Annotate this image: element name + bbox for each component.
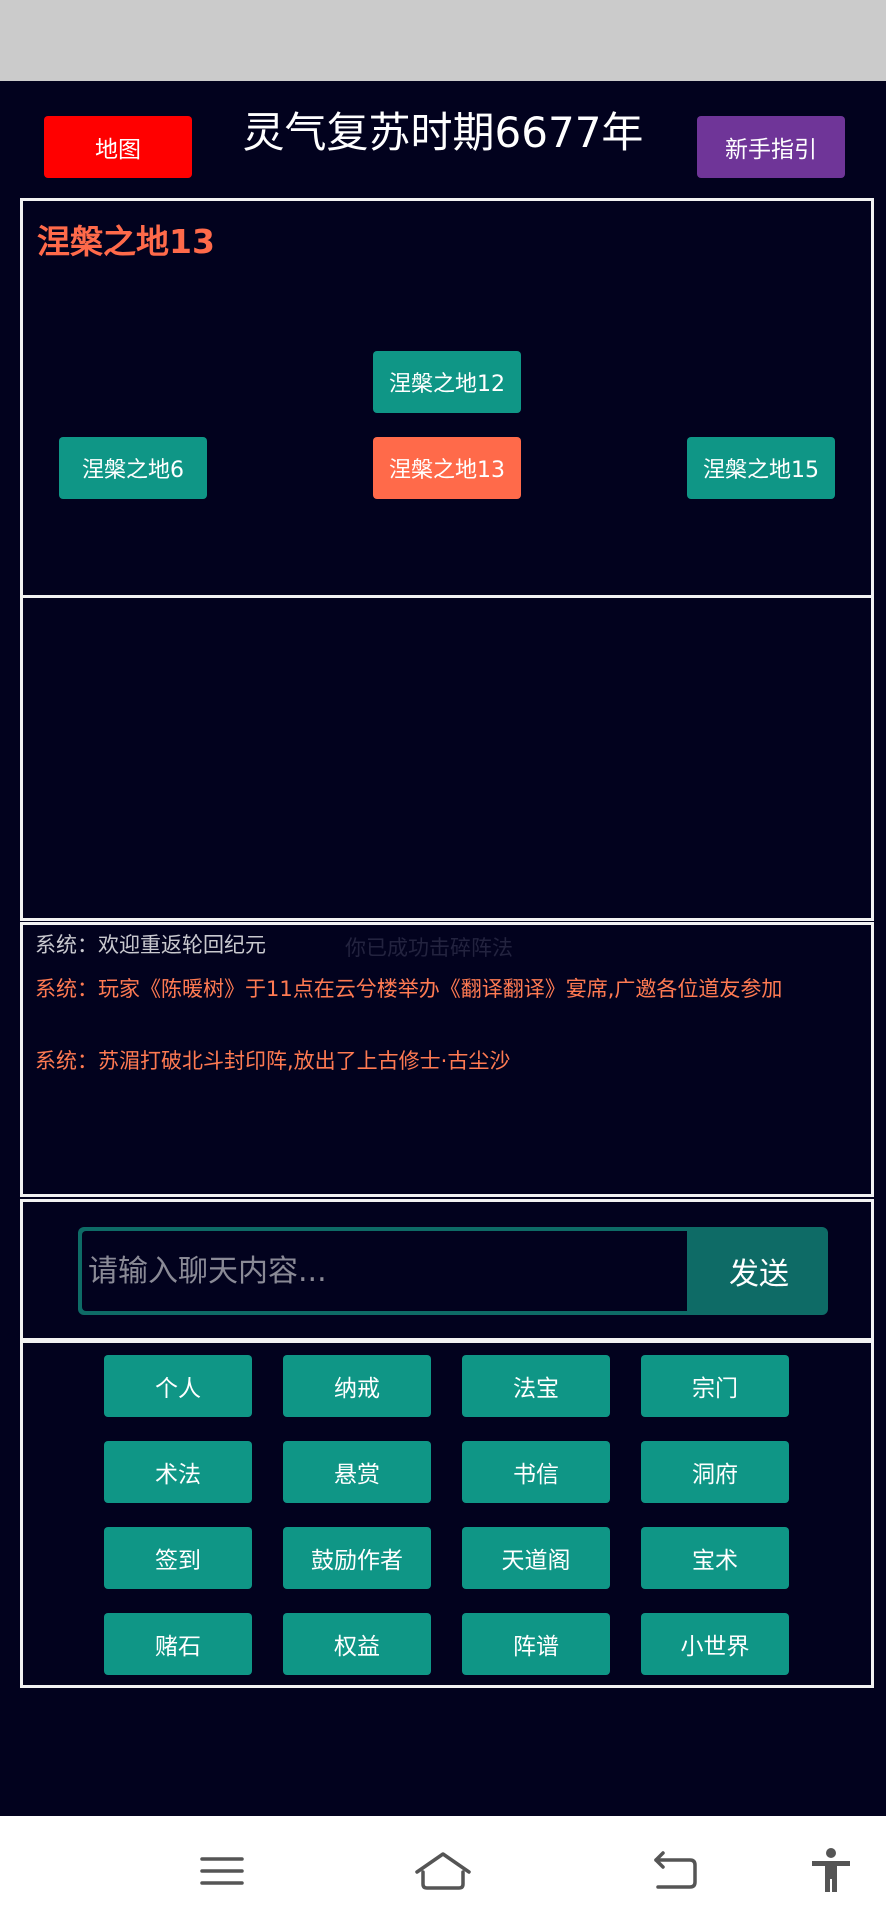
menu-icon[interactable]	[197, 1846, 247, 1896]
map-node-west[interactable]: 涅槃之地6	[59, 437, 207, 499]
chat-panel: 发送	[20, 1199, 874, 1341]
menu-pavilion-button[interactable]: 天道阁	[462, 1527, 610, 1589]
menu-checkin-button[interactable]: 签到	[104, 1527, 252, 1589]
system-navbar	[0, 1816, 886, 1920]
menu-treasure-button[interactable]: 法宝	[462, 1355, 610, 1417]
menu-mail-button[interactable]: 书信	[462, 1441, 610, 1503]
menu-skills-button[interactable]: 术法	[104, 1441, 252, 1503]
map-node-east[interactable]: 涅槃之地15	[687, 437, 835, 499]
back-icon[interactable]	[650, 1846, 700, 1896]
game-screen: 地图 灵气复苏时期6677年 新手指引 涅槃之地13 涅槃之地12 涅槃之地6 …	[0, 81, 886, 1816]
home-icon[interactable]	[413, 1846, 473, 1896]
menu-gamble-button[interactable]: 赌石	[104, 1613, 252, 1675]
chat-input[interactable]	[82, 1231, 687, 1311]
menu-bounty-button[interactable]: 悬赏	[283, 1441, 431, 1503]
menu-sect-button[interactable]: 宗门	[641, 1355, 789, 1417]
menu-support-author-button[interactable]: 鼓励作者	[283, 1527, 431, 1589]
menu-personal-button[interactable]: 个人	[104, 1355, 252, 1417]
log-line: 系统：欢迎重返轮回纪元	[35, 933, 266, 957]
map-panel: 涅槃之地13 涅槃之地12 涅槃之地6 涅槃之地13 涅槃之地15	[20, 198, 874, 598]
accessibility-icon[interactable]	[806, 1846, 856, 1896]
menu-benefits-button[interactable]: 权益	[283, 1613, 431, 1675]
log-line: 系统：苏湄打破北斗封印阵,放出了上古修士·古尘沙	[35, 1049, 511, 1073]
status-bar	[0, 0, 886, 81]
send-button[interactable]: 发送	[690, 1227, 828, 1315]
system-log-panel: 你已成功击碎阵法 系统：欢迎重返轮回纪元 系统：玩家《陈暖树》于11点在云兮楼举…	[20, 922, 874, 1197]
chat-bar: 发送	[78, 1227, 828, 1315]
menu-formation-button[interactable]: 阵谱	[462, 1613, 610, 1675]
scene-panel	[20, 595, 874, 921]
location-title: 涅槃之地13	[37, 222, 215, 261]
map-node-current[interactable]: 涅槃之地13	[373, 437, 521, 499]
menu-small-world-button[interactable]: 小世界	[641, 1613, 789, 1675]
map-button[interactable]: 地图	[44, 116, 192, 178]
era-title: 灵气复苏时期6677年	[242, 108, 644, 157]
guide-button[interactable]: 新手指引	[697, 116, 845, 178]
menu-art-button[interactable]: 宝术	[641, 1527, 789, 1589]
log-line: 系统：玩家《陈暖树》于11点在云兮楼举办《翻译翻译》宴席,广邀各位道友参加	[35, 977, 783, 1001]
map-node-north[interactable]: 涅槃之地12	[373, 351, 521, 413]
main-menu-panel: 个人 纳戒 法宝 宗门 术法 悬赏 书信 洞府 签到 鼓励作者 天道阁 宝术 赌…	[20, 1340, 874, 1688]
menu-ring-button[interactable]: 纳戒	[283, 1355, 431, 1417]
menu-cave-button[interactable]: 洞府	[641, 1441, 789, 1503]
